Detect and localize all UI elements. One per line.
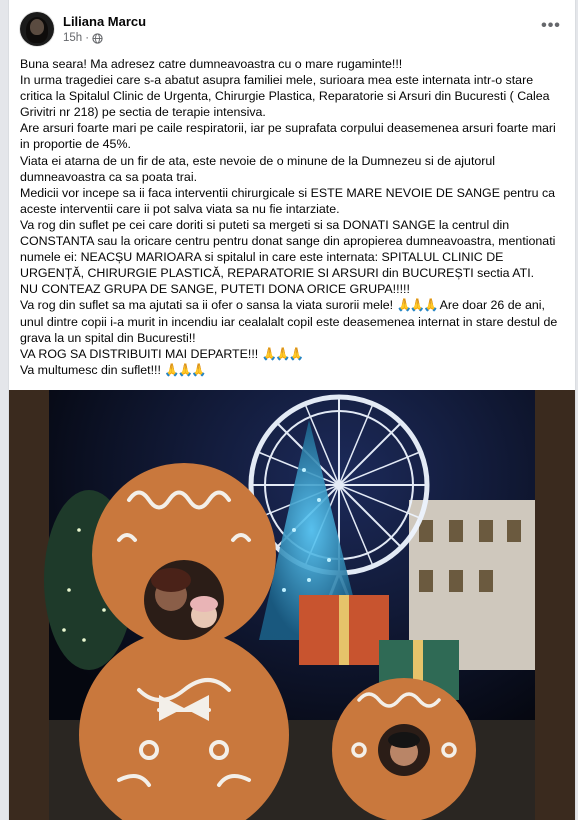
post-paragraph: Are arsuri foarte mari pe caile respirat… xyxy=(20,121,556,152)
post-paragraph: In urma tragediei care s-a abatut asupra… xyxy=(20,73,550,120)
post-header: Liliana Marcu 15h · ••• xyxy=(9,0,575,52)
post-paragraph: Buna seara! Ma adresez catre dumneavoast… xyxy=(20,57,403,71)
post-paragraph: Medicii vor incepe sa ii faca interventi… xyxy=(20,185,556,216)
post-meta: 15h · xyxy=(63,32,103,44)
post-paragraph: Va rog din suflet pe cei care doriti si … xyxy=(20,217,556,281)
more-options-button[interactable]: ••• xyxy=(539,16,563,36)
author-name[interactable]: Liliana Marcu xyxy=(63,14,146,29)
post-time[interactable]: 15h xyxy=(63,32,82,44)
praying-hands-emoji: 🙏🙏🙏 xyxy=(396,298,439,313)
praying-hands-emoji: 🙏🙏🙏 xyxy=(261,346,304,361)
post-photo[interactable] xyxy=(9,390,575,820)
post-paragraph-text: Va multumesc din suflet!!! xyxy=(20,362,161,377)
avatar[interactable] xyxy=(20,12,54,46)
post-paragraph: NU CONTEAZ GRUPA DE SANGE, PUTETI DONA O… xyxy=(20,282,410,297)
post-paragraph: VA ROG SA DISTRIBUITI MAI DEPARTE!!! 🙏🙏🙏 xyxy=(20,346,568,362)
more-options-icon: ••• xyxy=(541,17,561,34)
meta-separator: · xyxy=(85,32,90,44)
post-paragraph: Va rog din suflet sa ma ajutati sa ii of… xyxy=(20,297,568,345)
praying-hands-emoji: 🙏🙏🙏 xyxy=(164,362,206,377)
post-paragraph: Va multumesc din suflet!!! 🙏🙏🙏 xyxy=(20,362,568,378)
post-paragraph: Viata ei atarna de un fir de ata, este n… xyxy=(20,153,496,184)
avatar-face xyxy=(30,19,44,35)
post-paragraph-text: Va rog din suflet sa ma ajutati sa ii of… xyxy=(20,298,394,313)
globe-icon[interactable] xyxy=(92,32,103,44)
post-card: Liliana Marcu 15h · ••• Buna seara! Ma a… xyxy=(8,0,576,820)
post-text: Buna seara! Ma adresez catre dumneavoast… xyxy=(20,56,568,378)
post-paragraph-text: VA ROG SA DISTRIBUITI MAI DEPARTE!!! xyxy=(20,346,259,361)
